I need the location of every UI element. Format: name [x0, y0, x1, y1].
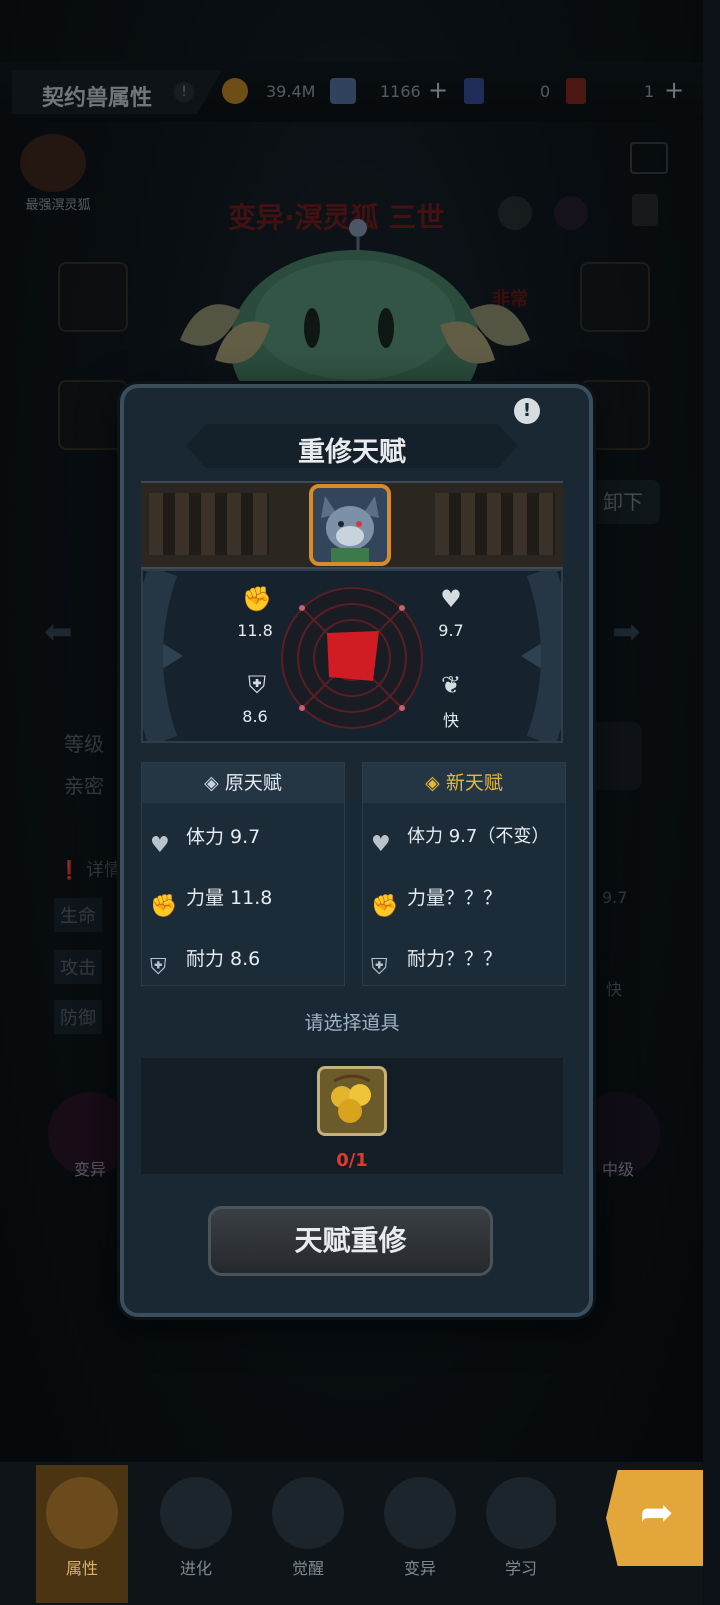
forward-arrow-icon: ➦	[640, 1490, 674, 1536]
new-stamina-row: ♥ 体力 9.7（不变）	[371, 817, 549, 857]
heart-icon: ♥	[150, 832, 170, 858]
nav-label: 属性	[65, 1559, 98, 1578]
wing-icon: ❦	[440, 671, 462, 699]
select-item-prompt: 请选择道具	[304, 1012, 400, 1034]
radar-chart	[281, 587, 423, 729]
nav-tab-attributes[interactable]: 属性	[36, 1465, 128, 1603]
diamond-icon: ◈	[204, 772, 219, 794]
original-endurance-row: ⛨ 耐力 8.6	[150, 939, 261, 980]
original-talent-panel: ◈ 原天赋 ♥ 体力 9.7 ✊ 力量 11.8 ⛨ 耐力 8.6	[141, 762, 345, 986]
fox-portrait-icon	[321, 496, 379, 562]
nav-tab-evolve[interactable]: 进化	[150, 1465, 242, 1603]
new-strength-row: ✊ 力量？？？	[371, 878, 503, 919]
nav-label: 变异	[403, 1559, 436, 1578]
original-talent-title: 原天赋	[224, 772, 282, 794]
nav-tab-mutate[interactable]: 变异	[374, 1465, 466, 1603]
heart-icon: ♥	[440, 585, 462, 613]
heart-icon: ♥	[371, 832, 391, 857]
new-endurance-row: ⛨ 耐力？？？	[371, 939, 503, 980]
talent-radar-panel: ✊ 11.8 ♥ 9.7 ⛨ 8.6 ❦ 快	[141, 569, 563, 743]
diamond-icon: ◈	[425, 772, 440, 794]
arrow-up-icon	[160, 1477, 232, 1549]
new-endurance-text: 耐力？？？	[407, 948, 503, 970]
paw-icon	[46, 1477, 118, 1549]
nav-label: 学习	[504, 1559, 537, 1578]
new-stamina-text: 体力 9.7（不变）	[407, 826, 550, 847]
pet-portrait	[309, 484, 391, 566]
help-icon[interactable]: !	[514, 398, 540, 424]
original-stamina-row: ♥ 体力 9.7	[150, 817, 261, 858]
armor-icon: ⛨	[150, 954, 167, 980]
golden-fruit-icon	[331, 1074, 371, 1123]
mutate-icon	[384, 1477, 456, 1549]
reroll-item-slot[interactable]	[317, 1066, 387, 1136]
item-count: 0/1	[336, 1150, 368, 1171]
armor-icon: ⛨	[248, 671, 266, 699]
radar-speed-value: 快	[442, 711, 459, 730]
original-endurance-text: 耐力 8.6	[186, 948, 261, 970]
banner-left-decor	[149, 493, 269, 555]
nav-label: 进化	[179, 1559, 212, 1578]
original-strength-text: 力量 11.8	[186, 887, 273, 909]
fist-icon: ✊	[242, 585, 272, 613]
talent-reroll-button[interactable]: 天赋重修	[208, 1206, 493, 1276]
armor-icon: ⛨	[371, 954, 388, 980]
original-talent-header: ◈ 原天赋	[142, 763, 344, 803]
nav-label: 觉醒	[291, 1559, 324, 1578]
radar-stamina-value: 9.7	[438, 621, 464, 640]
awaken-icon	[272, 1477, 344, 1549]
share-forward-button[interactable]: ➦	[606, 1470, 703, 1566]
radar-strength-value: 11.8	[237, 621, 273, 640]
new-strength-text: 力量？？？	[407, 887, 503, 909]
dialog-title: 重修天赋	[298, 437, 406, 468]
new-talent-panel: ◈ 新天赋 ♥ 体力 9.7（不变） ✊ 力量？？？ ⛨ 耐力？？？	[362, 762, 566, 986]
nav-tab-awaken[interactable]: 觉醒	[262, 1465, 354, 1603]
original-stamina-text: 体力 9.7	[186, 826, 261, 848]
new-talent-header: ◈ 新天赋	[363, 763, 565, 803]
banner-right-decor	[435, 493, 555, 555]
radar-endurance-value: 8.6	[242, 707, 268, 726]
nav-tab-learn[interactable]: 学习	[486, 1465, 556, 1603]
fist-icon: ✊	[150, 893, 178, 919]
flame-icon	[486, 1477, 556, 1549]
original-strength-row: ✊ 力量 11.8	[150, 878, 273, 919]
fist-icon: ✊	[371, 893, 399, 919]
new-talent-title: 新天赋	[445, 772, 503, 794]
